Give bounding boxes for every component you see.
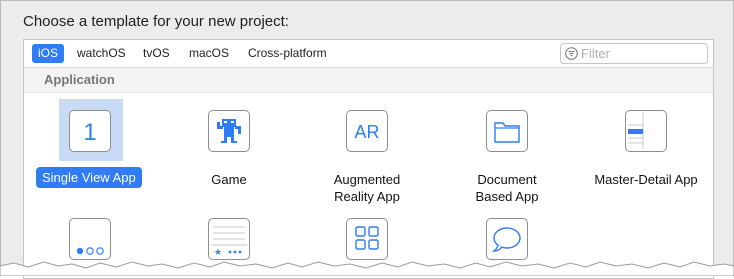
filter-input[interactable] [581, 45, 701, 62]
folder-icon [486, 110, 528, 152]
page-title: Choose a template for your new project: [23, 13, 289, 30]
tab-cross-platform[interactable]: Cross-platform [242, 44, 333, 63]
tab-macos[interactable]: macOS [183, 44, 235, 63]
template-chooser-window: Choose a template for your new project: … [0, 0, 734, 279]
svg-text:1: 1 [83, 119, 96, 146]
master-detail-icon [625, 110, 667, 152]
single-view-icon: 1 [69, 110, 111, 152]
filter-field[interactable] [560, 43, 708, 64]
section-title: Application [44, 72, 115, 87]
template-label: Document Based App [475, 172, 539, 204]
tab-watchos[interactable]: watchOS [71, 44, 132, 63]
game-icon [208, 110, 250, 152]
tab-ios[interactable]: iOS [32, 44, 65, 63]
platform-tab-bar: iOS watchOS tvOS macOS Cross-platform [24, 40, 713, 68]
template-label: Single View App [36, 167, 142, 188]
tab-tvos[interactable]: tvOS [137, 44, 176, 63]
template-label: Master-Detail App [594, 172, 698, 187]
template-panel: iOS watchOS tvOS macOS Cross-platform Ap… [23, 39, 714, 279]
ar-icon: AR [346, 110, 388, 152]
template-label: Augmented Reality App [333, 172, 401, 204]
template-label: Game [211, 172, 247, 187]
section-header-application: Application [24, 68, 713, 93]
torn-edge-decoration [0, 261, 734, 276]
filter-icon [565, 47, 578, 60]
svg-text:AR: AR [354, 122, 379, 142]
